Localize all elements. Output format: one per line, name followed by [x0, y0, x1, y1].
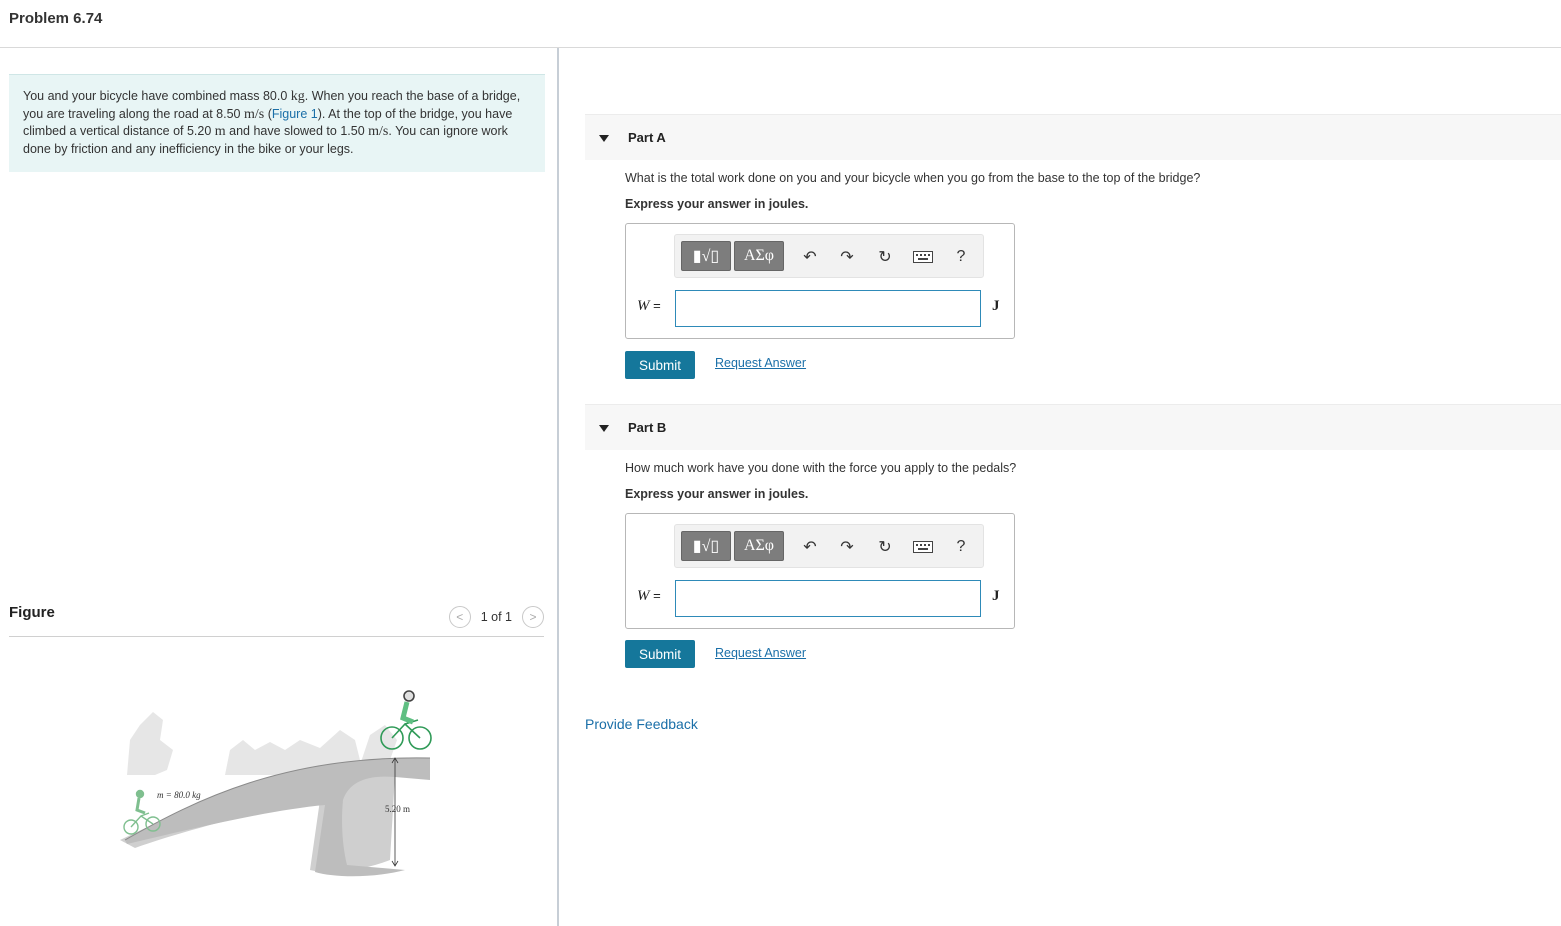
part-b-question: How much work have you done with the for…: [625, 461, 1017, 475]
statement-text-5: and have slowed to 1.50: [225, 124, 369, 138]
figure-link[interactable]: Figure 1: [272, 107, 318, 121]
mass-label: m = 80.0 kg: [157, 790, 201, 800]
prev-figure-button[interactable]: <: [448, 606, 471, 628]
part-a-unit: J: [992, 298, 1000, 314]
problem-title: Problem 6.74: [9, 10, 103, 27]
part-a-answer-input[interactable]: [675, 290, 981, 327]
keyboard-icon[interactable]: [913, 537, 933, 557]
unit-kg: kg: [290, 89, 305, 104]
collapse-triangle-icon[interactable]: [599, 425, 609, 432]
part-b-label: Part B: [628, 420, 667, 435]
pane-divider[interactable]: [557, 48, 559, 926]
greek-letters-icon[interactable]: ΑΣφ: [734, 531, 784, 561]
part-a-question: What is the total work done on you and y…: [625, 171, 1201, 185]
height-label: 5.20 m: [385, 804, 410, 814]
part-b-math-toolbar: ▮√▯ ΑΣφ ↶ ↷ ↻ ?: [674, 524, 984, 568]
unit-ms-1: m/s: [243, 106, 265, 122]
part-a-var-name: W: [637, 298, 650, 314]
part-a-header[interactable]: Part A: [585, 114, 1561, 160]
bridge-figure: 5.20 m m = 80.0 kg: [120, 690, 432, 877]
part-b-var-name: W: [637, 588, 650, 604]
pager-text: 1 of 1: [480, 610, 512, 624]
chevron-left-icon: <: [456, 610, 464, 624]
part-b-unit: J: [992, 588, 1000, 604]
part-b-equals: =: [649, 588, 661, 603]
chevron-right-icon: >: [529, 610, 537, 624]
part-a-equals: =: [649, 298, 661, 313]
part-b-submit-button[interactable]: Submit: [625, 640, 695, 668]
statement-text-1: You and your bicycle have combined mass …: [23, 89, 291, 103]
provide-feedback-link[interactable]: Provide Feedback: [585, 716, 698, 732]
part-a-request-answer-link[interactable]: Request Answer: [715, 356, 806, 370]
statement-text-3: (: [264, 106, 272, 121]
unit-ms-2: m/s: [368, 124, 389, 139]
part-a-express: Express your answer in joules.: [625, 197, 809, 211]
redo-icon[interactable]: ↷: [837, 247, 857, 267]
part-a-variable: W =: [637, 298, 661, 315]
figure-pager: < 1 of 1 >: [448, 606, 544, 628]
reset-icon[interactable]: ↻: [875, 537, 895, 557]
undo-icon[interactable]: ↶: [800, 537, 820, 557]
greek-letters-icon[interactable]: ΑΣφ: [734, 241, 784, 271]
part-a-math-toolbar: ▮√▯ ΑΣφ ↶ ↷ ↻ ?: [674, 234, 984, 278]
part-a-label: Part A: [628, 130, 666, 145]
collapse-triangle-icon[interactable]: [599, 135, 609, 142]
part-b-answer-input[interactable]: [675, 580, 981, 617]
part-a-answer-box: ▮√▯ ΑΣφ ↶ ↷ ↻ ? W = J: [625, 223, 1015, 339]
next-figure-button[interactable]: >: [522, 606, 544, 628]
problem-statement: You and your bicycle have combined mass …: [9, 74, 545, 172]
part-b-express: Express your answer in joules.: [625, 487, 809, 501]
reset-icon[interactable]: ↻: [875, 247, 895, 267]
figure-header: Figure < 1 of 1 >: [9, 602, 544, 637]
part-b-variable: W =: [637, 588, 661, 605]
redo-icon[interactable]: ↷: [837, 537, 857, 557]
undo-icon[interactable]: ↶: [800, 247, 820, 267]
figure-label: Figure: [9, 604, 55, 621]
part-b-request-answer-link[interactable]: Request Answer: [715, 646, 806, 660]
keyboard-icon[interactable]: [913, 247, 933, 267]
help-icon[interactable]: ?: [951, 537, 971, 557]
part-a-submit-button[interactable]: Submit: [625, 351, 695, 379]
top-bar: Problem 6.74: [0, 0, 1561, 48]
templates-icon[interactable]: ▮√▯: [681, 531, 731, 561]
templates-icon[interactable]: ▮√▯: [681, 241, 731, 271]
part-b-answer-box: ▮√▯ ΑΣφ ↶ ↷ ↻ ? W = J: [625, 513, 1015, 629]
part-b-header[interactable]: Part B: [585, 404, 1561, 450]
help-icon[interactable]: ?: [951, 247, 971, 267]
unit-m: m: [214, 124, 226, 139]
